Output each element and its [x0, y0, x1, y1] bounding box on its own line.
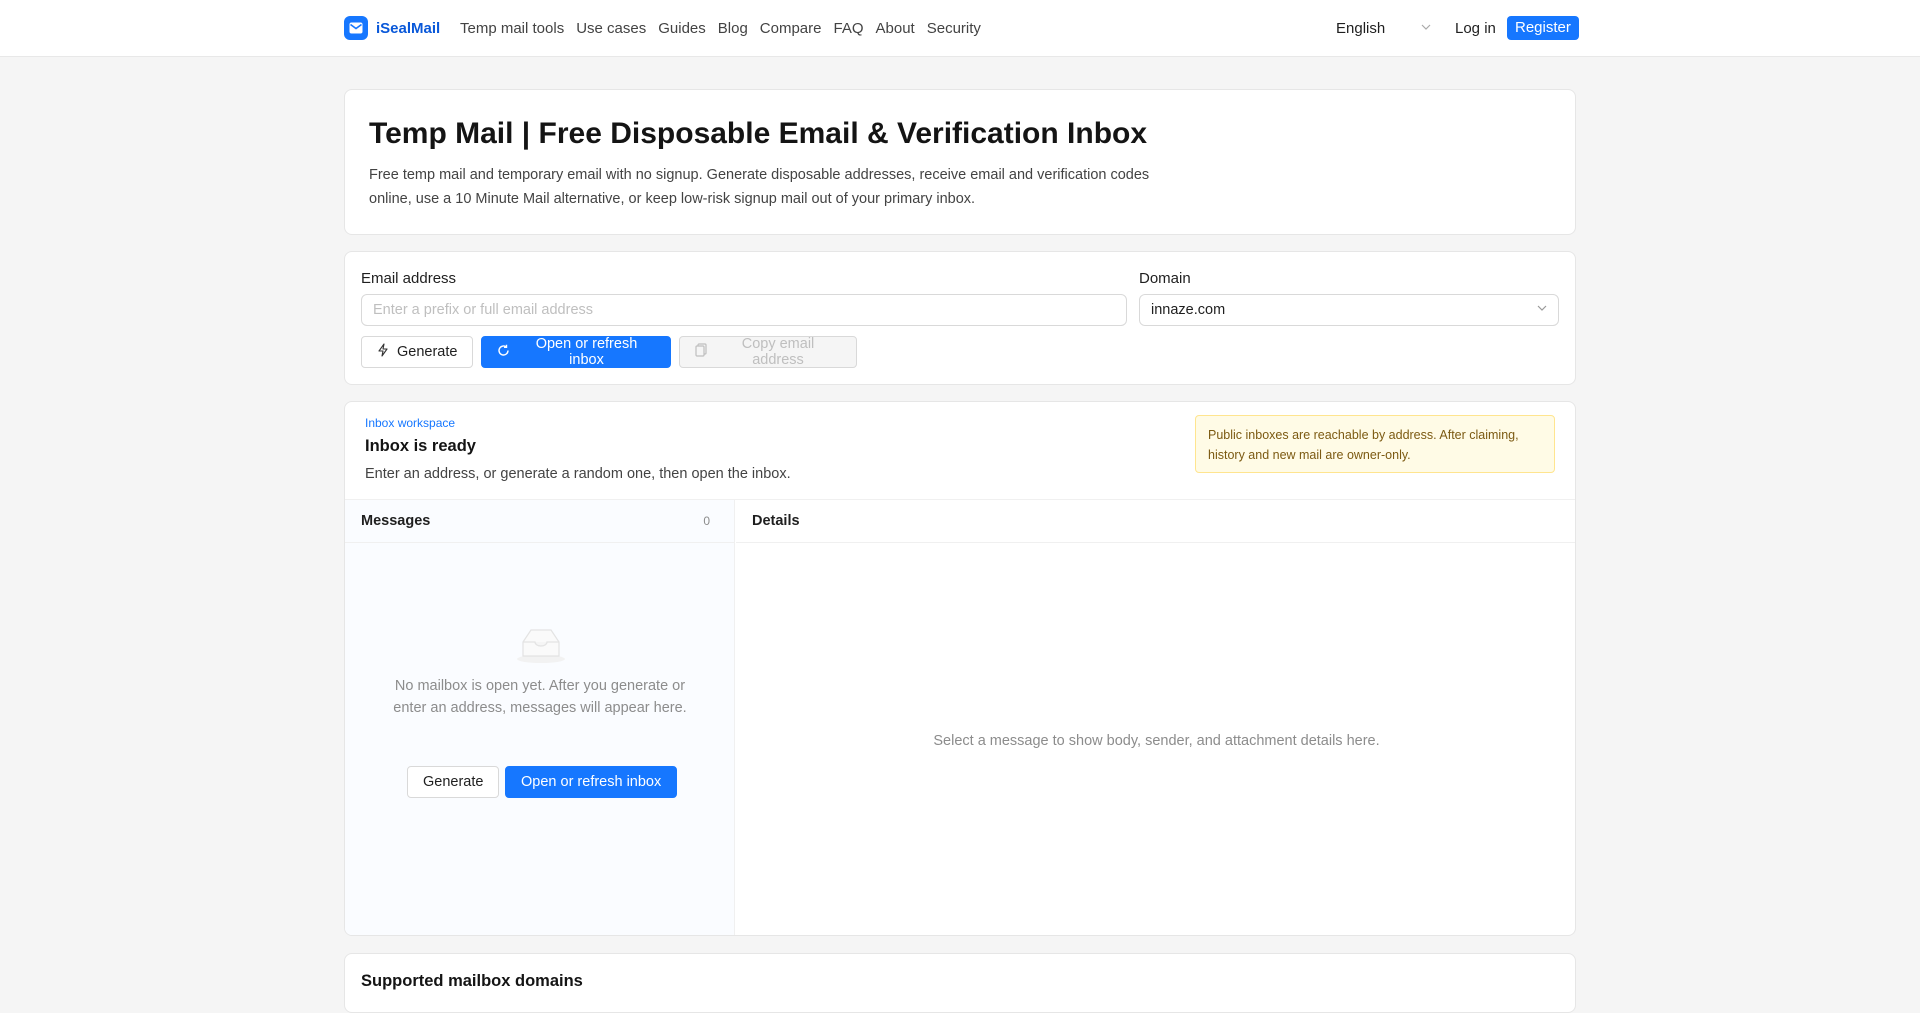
copy-email-button[interactable]: Copy email address — [679, 336, 857, 368]
empty-generate-button[interactable]: Generate — [407, 766, 500, 798]
domain-select[interactable]: innaze.com — [1139, 294, 1559, 326]
domains-title: Supported mailbox domains — [361, 972, 583, 990]
messages-panel: Messages 0 No mailbox is open yet. After… — [345, 500, 735, 935]
workspace-title: Inbox is ready — [365, 437, 476, 455]
copy-icon — [695, 343, 707, 361]
page-description: Free temp mail and temporary email with … — [369, 167, 1150, 207]
lightning-icon — [377, 343, 389, 361]
address-form: Email address Domain innaze.com Generate… — [344, 251, 1576, 385]
nav-guides[interactable]: Guides — [658, 20, 706, 37]
messages-title: Messages — [361, 513, 431, 529]
login-link[interactable]: Log in — [1455, 20, 1496, 37]
nav-use-cases[interactable]: Use cases — [576, 20, 646, 37]
nav-about[interactable]: About — [876, 20, 915, 37]
details-header: Details — [736, 500, 1575, 543]
domain-value: innaze.com — [1151, 302, 1226, 318]
empty-inbox-icon — [515, 624, 567, 667]
main-nav: Temp mail tools Use cases Guides Blog Co… — [460, 20, 993, 37]
nav-temp-mail-tools[interactable]: Temp mail tools — [460, 20, 564, 37]
nav-faq[interactable]: FAQ — [834, 20, 864, 37]
top-navbar: iSealMail Temp mail tools Use cases Guid… — [0, 0, 1920, 57]
open-refresh-label: Open or refresh inbox — [535, 336, 638, 368]
email-field[interactable] — [361, 294, 1127, 326]
open-refresh-inbox-button[interactable]: Open or refresh inbox — [481, 336, 671, 368]
details-panel: Details Select a message to show body, s… — [736, 500, 1575, 935]
supported-domains-card: Supported mailbox domains — [344, 953, 1576, 1013]
chevron-down-icon — [1420, 20, 1432, 37]
details-title: Details — [752, 513, 800, 529]
domain-label: Domain — [1139, 270, 1191, 287]
nav-blog[interactable]: Blog — [718, 20, 748, 37]
hero-card: Temp Mail | Free Disposable Email & Veri… — [344, 89, 1576, 235]
generate-button[interactable]: Generate — [361, 336, 473, 368]
workspace-eyebrow: Inbox workspace — [365, 416, 456, 430]
empty-inbox-text: No mailbox is open yet. After you genera… — [393, 678, 687, 716]
nav-security[interactable]: Security — [927, 20, 981, 37]
empty-open-refresh-button[interactable]: Open or refresh inbox — [505, 766, 678, 798]
messages-count: 0 — [703, 514, 710, 528]
register-button[interactable]: Register — [1507, 16, 1579, 40]
language-value: English — [1336, 20, 1386, 37]
workspace-subtitle: Enter an address, or generate a random o… — [365, 466, 791, 482]
nav-compare[interactable]: Compare — [760, 20, 822, 37]
mail-logo-icon[interactable] — [344, 16, 368, 40]
inbox-workspace: Inbox workspace Inbox is ready Enter an … — [344, 401, 1576, 936]
generate-label: Generate — [397, 344, 458, 360]
chevron-down-icon — [1536, 295, 1548, 325]
messages-header: Messages 0 — [345, 500, 734, 543]
refresh-icon — [497, 344, 510, 361]
language-select[interactable]: English — [1336, 20, 1432, 37]
copy-label: Copy email address — [741, 336, 815, 368]
page-title: Temp Mail | Free Disposable Email & Veri… — [369, 117, 1148, 150]
brand-name[interactable]: iSealMail — [376, 20, 440, 37]
details-hint: Select a message to show body, sender, a… — [933, 733, 1380, 749]
privacy-notice: Public inboxes are reachable by address.… — [1195, 415, 1555, 473]
email-label: Email address — [361, 270, 457, 287]
